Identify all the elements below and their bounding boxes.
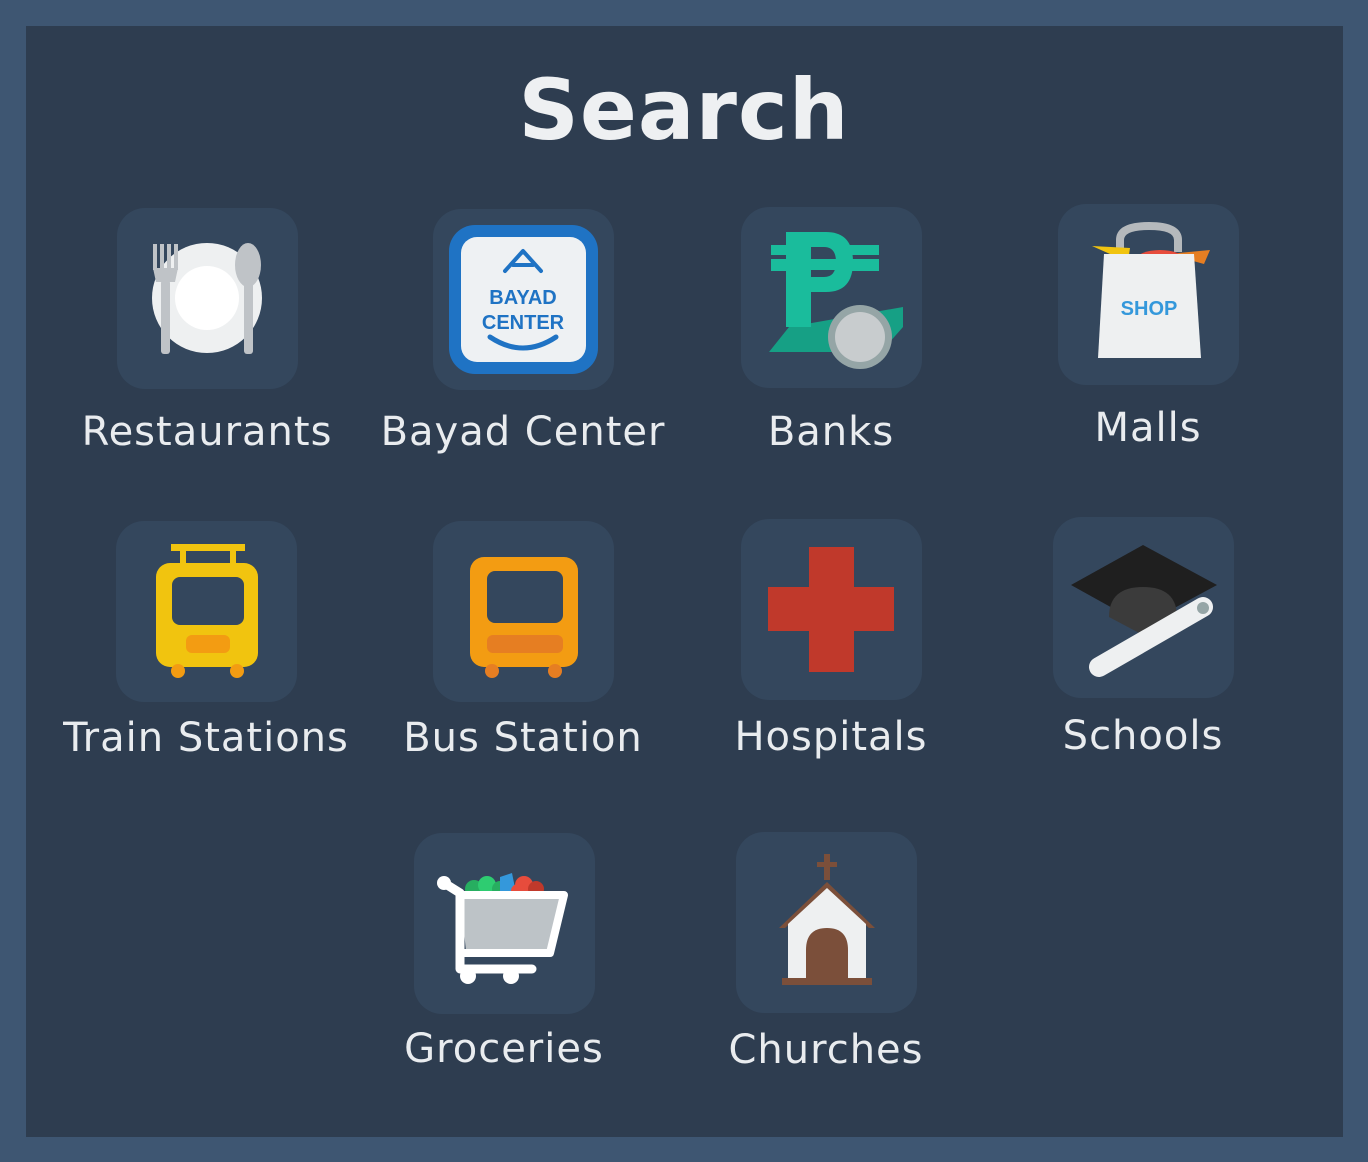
graduation-cap-icon <box>1071 545 1217 677</box>
train-stations-label: Train Stations <box>63 715 349 761</box>
fork-plate-spoon-icon <box>152 243 262 354</box>
groceries-label: Groceries <box>404 1026 604 1072</box>
bayad-center-label: Bayad Center <box>380 409 666 455</box>
schools-icon-tile <box>1053 517 1234 698</box>
bus-icon <box>470 557 578 678</box>
church-icon <box>779 854 875 985</box>
peso-coin-icon <box>769 232 903 369</box>
restaurants-label: Restaurants <box>81 409 333 455</box>
banks-label: Banks <box>767 409 895 455</box>
bus-station-icon-tile <box>433 521 614 702</box>
churches-icon-tile <box>736 832 917 1013</box>
train-stations-icon-tile <box>116 521 297 702</box>
red-cross-icon <box>768 547 894 672</box>
groceries-icon-tile <box>414 833 595 1014</box>
malls-label: Malls <box>1094 405 1202 451</box>
bayad-logo-line1: BAYAD <box>489 287 556 309</box>
page-title: Search <box>518 61 850 159</box>
bayad-logo-line2: CENTER <box>482 312 565 334</box>
train-icon <box>156 544 258 678</box>
churches-label: Churches <box>728 1027 924 1073</box>
banks-icon-tile <box>741 207 922 388</box>
hospitals-label: Hospitals <box>734 714 928 760</box>
schools-label: Schools <box>1062 713 1224 759</box>
malls-icon-tile: SHOP <box>1058 204 1239 385</box>
bus-station-label: Bus Station <box>403 715 643 761</box>
shopping-cart-icon <box>437 873 568 984</box>
bayad-center-icon-tile: BAYAD CENTER <box>433 209 614 390</box>
bayad-center-logo: BAYAD CENTER <box>449 225 598 374</box>
shopping-bag-icon: SHOP <box>1092 221 1210 358</box>
bag-shop-text: SHOP <box>1121 298 1178 320</box>
hospitals-icon-tile <box>741 519 922 700</box>
restaurants-icon-tile <box>117 208 298 389</box>
